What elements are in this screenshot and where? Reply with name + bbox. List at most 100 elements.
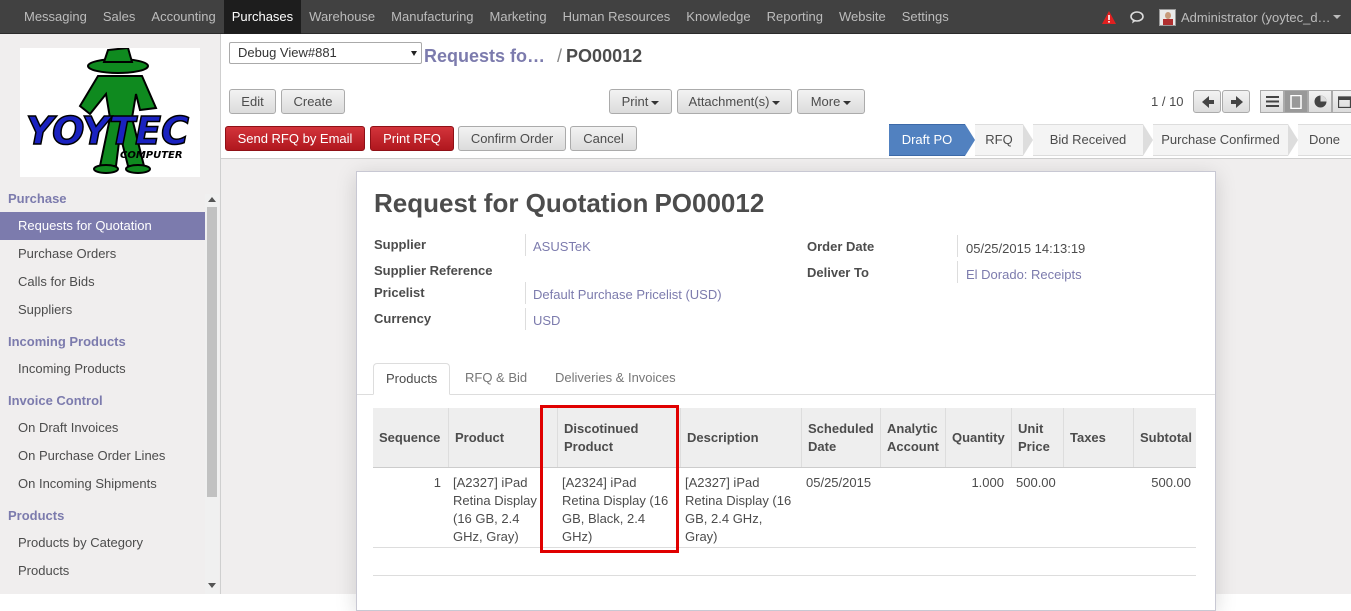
field-separator <box>957 235 958 257</box>
sidebar-section-invoice-control: Invoice Control <box>8 393 103 408</box>
col-taxes[interactable]: Taxes <box>1063 408 1133 467</box>
cell-scheduled-date[interactable]: 05/25/2015 <box>806 474 878 492</box>
currency-field[interactable]: USD <box>533 313 560 328</box>
send-rfq-by-email-button[interactable]: Send RFQ by Email <box>225 126 365 151</box>
debug-view-value: Debug View#881 <box>238 45 337 60</box>
supplier-field[interactable]: ASUSTeK <box>533 239 591 254</box>
col-quantity[interactable]: Quantity <box>945 408 1011 467</box>
field-separator <box>957 261 958 283</box>
cancel-button[interactable]: Cancel <box>570 126 637 151</box>
col-subtotal[interactable]: Subtotal <box>1133 408 1196 467</box>
print-rfq-button[interactable]: Print RFQ <box>370 126 454 151</box>
col-description[interactable]: Description <box>680 408 801 467</box>
logo-text: YOYTEC <box>26 109 189 153</box>
warning-icon[interactable] <box>1102 10 1116 24</box>
breadcrumb-current: PO00012 <box>566 46 643 66</box>
sidebar-item-purchase-orders[interactable]: Purchase Orders <box>0 240 205 268</box>
caret-down-icon <box>772 100 781 105</box>
sidebar-item-on-incoming-shipments[interactable]: On Incoming Shipments <box>0 470 205 498</box>
logo-graphic: YOYTEC COMPUTER <box>25 48 190 174</box>
menu-human-resources[interactable]: Human Resources <box>555 0 679 34</box>
sidebar-item-products-by-category[interactable]: Products by Category <box>0 529 205 557</box>
pager-previous-button[interactable] <box>1193 90 1221 113</box>
table-footer-line <box>373 575 1196 576</box>
arrow-right-icon <box>1231 96 1243 108</box>
cell-description[interactable]: [A2327] iPad Retina Display (16 GB, 2.4 … <box>685 474 797 546</box>
sidebar-scrollbar[interactable] <box>205 194 219 594</box>
scroll-down-icon[interactable] <box>208 583 216 588</box>
attachments-dropdown[interactable]: Attachment(s) <box>677 89 792 114</box>
sidebar-item-incoming-products[interactable]: Incoming Products <box>0 355 205 383</box>
deliver-to-field[interactable]: El Dorado: Receipts <box>966 267 1082 282</box>
sidebar-item-on-draft-invoices[interactable]: On Draft Invoices <box>0 414 205 442</box>
menu-messaging[interactable]: Messaging <box>16 0 95 34</box>
graph-view-button[interactable] <box>1308 90 1332 113</box>
list-view-button[interactable] <box>1260 90 1284 113</box>
pricelist-field[interactable]: Default Purchase Pricelist (USD) <box>533 287 722 302</box>
tab-rfq-and-bid[interactable]: RFQ & Bid <box>453 363 539 395</box>
tab-products[interactable]: Products <box>373 363 451 395</box>
print-label: Print <box>621 94 649 109</box>
arrow-left-icon <box>1202 96 1214 108</box>
col-unit-price[interactable]: Unit Price <box>1011 408 1063 467</box>
menu-manufacturing[interactable]: Manufacturing <box>383 0 481 34</box>
order-date-field[interactable]: 05/25/2015 14:13:19 <box>966 241 1085 256</box>
sidebar-item-suppliers[interactable]: Suppliers <box>0 296 205 324</box>
sidebar-section-products: Products <box>8 508 65 523</box>
sidebar-item-calls-for-bids[interactable]: Calls for Bids <box>0 268 205 296</box>
col-sequence[interactable]: Sequence <box>373 408 448 467</box>
list-icon <box>1266 96 1279 107</box>
chevron-down-icon[interactable] <box>1333 15 1341 19</box>
menu-purchases[interactable]: Purchases <box>223 0 302 34</box>
debug-view-select[interactable]: Debug View#881 <box>229 42 422 64</box>
menu-warehouse[interactable]: Warehouse <box>301 0 383 34</box>
form-view-button[interactable] <box>1284 90 1308 113</box>
create-button[interactable]: Create <box>281 89 345 114</box>
menu-accounting[interactable]: Accounting <box>143 0 223 34</box>
cell-quantity[interactable]: 1.000 <box>945 474 1004 492</box>
tab-deliveries-and-invoices[interactable]: Deliveries & Invoices <box>543 363 688 395</box>
caret-down-icon <box>843 100 852 105</box>
edit-button[interactable]: Edit <box>229 89 276 114</box>
more-dropdown[interactable]: More <box>797 89 865 114</box>
print-dropdown[interactable]: Print <box>609 89 672 114</box>
menu-knowledge[interactable]: Knowledge <box>678 0 758 34</box>
menu-marketing[interactable]: Marketing <box>482 0 555 34</box>
form-title-text: Request for Quotation <box>374 188 649 218</box>
sidebar-item-products[interactable]: Products <box>0 557 205 585</box>
form-sheet: Request for Quotation PO00012 Supplier AS… <box>356 171 1216 611</box>
sidebar-item-requests-for-quotation[interactable]: Requests for Quotation <box>0 212 205 240</box>
menu-settings[interactable]: Settings <box>894 0 957 34</box>
menu-website[interactable]: Website <box>831 0 894 34</box>
chat-icon[interactable] <box>1130 10 1145 24</box>
company-logo[interactable]: YOYTEC COMPUTER <box>20 48 200 177</box>
scroll-up-icon[interactable] <box>208 197 216 202</box>
pricelist-label: Pricelist <box>374 285 425 300</box>
field-separator <box>525 282 526 304</box>
scroll-thumb[interactable] <box>207 207 217 497</box>
pager-next-button[interactable] <box>1222 90 1250 113</box>
stage-arrow <box>1023 124 1033 156</box>
user-menu[interactable]: Administrator (yoytec_d… <box>1181 10 1331 25</box>
deliver-to-label: Deliver To <box>807 265 869 280</box>
row-divider <box>373 547 1196 548</box>
cell-subtotal[interactable]: 500.00 <box>1133 474 1191 492</box>
app-menu: Messaging Sales Accounting Purchases War… <box>16 0 957 34</box>
cell-sequence[interactable]: 1 <box>373 474 441 492</box>
menu-reporting[interactable]: Reporting <box>759 0 831 34</box>
col-scheduled-date[interactable]: Scheduled Date <box>801 408 880 467</box>
calendar-view-button[interactable] <box>1332 90 1351 113</box>
cell-product[interactable]: [A2327] iPad Retina Display (16 GB, 2.4 … <box>453 474 551 546</box>
status-bar: Draft PO RFQ Bid Received Purchase Confi… <box>889 124 1351 156</box>
menu-sales[interactable]: Sales <box>95 0 144 34</box>
sidebar-item-on-purchase-order-lines[interactable]: On Purchase Order Lines <box>0 442 205 470</box>
confirm-order-button[interactable]: Confirm Order <box>458 126 566 151</box>
breadcrumb-parent[interactable]: Requests fo… <box>424 46 545 66</box>
stage-arrow <box>965 124 975 156</box>
highlight-box <box>540 405 679 553</box>
col-analytic-account[interactable]: Analytic Account <box>880 408 945 467</box>
sidebar: YOYTEC COMPUTER Purchase Requests for Qu… <box>0 34 221 594</box>
cell-unit-price[interactable]: 500.00 <box>1016 474 1061 492</box>
avatar[interactable] <box>1159 8 1176 26</box>
sidebar-nav: Purchase Requests for Quotation Purchase… <box>0 184 205 585</box>
